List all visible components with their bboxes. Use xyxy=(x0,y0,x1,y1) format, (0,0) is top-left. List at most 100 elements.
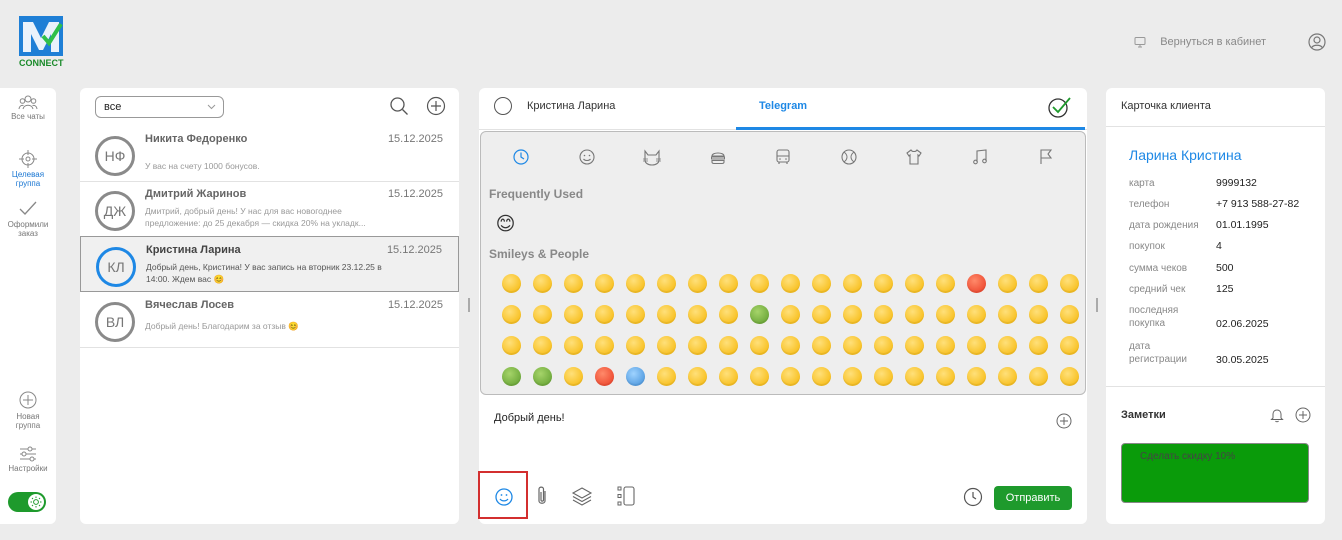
emoji[interactable] xyxy=(927,268,958,299)
layers-icon[interactable] xyxy=(571,485,593,507)
emoji[interactable] xyxy=(555,299,586,330)
emoji-frequent[interactable]: 😊 xyxy=(490,209,521,240)
rail-target-group[interactable]: Целевая группа xyxy=(0,150,56,188)
select-chat-radio[interactable] xyxy=(494,97,512,115)
add-chat-icon[interactable] xyxy=(426,96,446,116)
emoji[interactable] xyxy=(648,268,679,299)
burger-icon[interactable] xyxy=(707,146,729,168)
emoji[interactable] xyxy=(772,330,803,361)
emoji[interactable] xyxy=(1051,361,1082,392)
emoji[interactable] xyxy=(1020,268,1051,299)
tab-channel[interactable]: Telegram xyxy=(736,88,1085,130)
emoji[interactable] xyxy=(834,268,865,299)
chat-filter-select[interactable]: все xyxy=(95,96,224,118)
chat-list-item[interactable]: НФ Никита Федоренко 15.12.2025 У вас на … xyxy=(80,126,459,182)
emoji[interactable] xyxy=(958,330,989,361)
emoji[interactable] xyxy=(524,299,555,330)
bell-icon[interactable] xyxy=(1270,407,1284,423)
add-template-icon[interactable] xyxy=(1056,413,1072,429)
add-note-icon[interactable] xyxy=(1295,407,1311,423)
emoji[interactable] xyxy=(741,361,772,392)
emoji[interactable] xyxy=(493,299,524,330)
emoji[interactable] xyxy=(555,268,586,299)
music-icon[interactable] xyxy=(969,146,991,168)
emoji[interactable] xyxy=(772,268,803,299)
emoji[interactable] xyxy=(989,268,1020,299)
emoji[interactable] xyxy=(617,299,648,330)
emoji[interactable] xyxy=(648,361,679,392)
emoji[interactable] xyxy=(679,299,710,330)
emoji[interactable] xyxy=(586,361,617,392)
emoji[interactable] xyxy=(772,361,803,392)
emoji[interactable] xyxy=(958,268,989,299)
panel-resize-handle[interactable] xyxy=(468,298,470,312)
emoji[interactable] xyxy=(896,330,927,361)
emoji[interactable] xyxy=(648,299,679,330)
emoji[interactable] xyxy=(927,299,958,330)
emoji[interactable] xyxy=(493,361,524,392)
emoji[interactable] xyxy=(1051,268,1082,299)
send-button[interactable]: Отправить xyxy=(994,486,1072,510)
schedule-clock-icon[interactable] xyxy=(963,487,983,507)
emoji[interactable] xyxy=(1020,330,1051,361)
emoji[interactable] xyxy=(958,361,989,392)
emoji[interactable] xyxy=(524,330,555,361)
rail-new-group[interactable]: Новая группа xyxy=(0,390,56,430)
emoji[interactable] xyxy=(989,299,1020,330)
emoji[interactable] xyxy=(493,330,524,361)
chat-list-item[interactable]: ВЛ Вячеслав Лосев 15.12.2025 Добрый день… xyxy=(80,292,459,348)
shirt-icon[interactable] xyxy=(903,146,925,168)
note-card[interactable]: Сделать скидку 10% xyxy=(1121,443,1309,503)
emoji[interactable] xyxy=(586,330,617,361)
emoji[interactable] xyxy=(896,299,927,330)
emoji[interactable] xyxy=(927,361,958,392)
flag-icon[interactable] xyxy=(1035,146,1057,168)
theme-toggle[interactable] xyxy=(8,492,46,512)
emoji[interactable] xyxy=(741,268,772,299)
chat-list-item-selected[interactable]: КЛ Кристина Ларина 15.12.2025 Добрый ден… xyxy=(80,236,459,292)
message-input[interactable]: Добрый день! xyxy=(494,412,565,424)
rail-ordered[interactable]: Оформили заказ xyxy=(0,200,56,238)
search-icon[interactable] xyxy=(389,96,409,116)
ball-icon[interactable] xyxy=(838,146,860,168)
emoji[interactable] xyxy=(834,299,865,330)
emoji[interactable] xyxy=(493,268,524,299)
emoji[interactable] xyxy=(741,299,772,330)
emoji[interactable] xyxy=(896,361,927,392)
bus-icon[interactable] xyxy=(772,146,794,168)
paperclip-icon[interactable] xyxy=(535,485,549,507)
client-name[interactable]: Ларина Кристина xyxy=(1129,147,1242,163)
chat-list-item[interactable]: ДЖ Дмитрий Жаринов 15.12.2025 Дмитрий, д… xyxy=(80,181,459,237)
recent-icon[interactable] xyxy=(510,146,532,168)
templates-icon[interactable] xyxy=(616,485,636,507)
emoji[interactable] xyxy=(1020,361,1051,392)
emoji[interactable] xyxy=(741,330,772,361)
emoji-button[interactable] xyxy=(478,471,528,519)
emoji[interactable] xyxy=(834,361,865,392)
panel-resize-handle[interactable] xyxy=(1096,298,1098,312)
user-profile-icon[interactable] xyxy=(1308,33,1326,51)
emoji[interactable] xyxy=(679,268,710,299)
emoji[interactable] xyxy=(989,361,1020,392)
crm-connect-logo[interactable]: CONNECT xyxy=(18,16,68,70)
emoji[interactable] xyxy=(958,299,989,330)
emoji[interactable] xyxy=(555,330,586,361)
emoji[interactable] xyxy=(710,268,741,299)
emoji[interactable] xyxy=(803,330,834,361)
emoji[interactable] xyxy=(927,330,958,361)
emoji[interactable] xyxy=(865,330,896,361)
smiley-icon[interactable] xyxy=(576,146,598,168)
emoji[interactable] xyxy=(803,299,834,330)
emoji[interactable] xyxy=(648,330,679,361)
emoji[interactable] xyxy=(865,299,896,330)
emoji[interactable] xyxy=(803,268,834,299)
cat-icon[interactable] xyxy=(641,146,663,168)
emoji[interactable] xyxy=(555,361,586,392)
emoji[interactable] xyxy=(586,299,617,330)
emoji[interactable] xyxy=(834,330,865,361)
emoji[interactable] xyxy=(865,268,896,299)
back-to-cabinet-link[interactable]: Вернуться в кабинет xyxy=(1134,36,1266,48)
emoji[interactable] xyxy=(679,330,710,361)
emoji[interactable] xyxy=(803,361,834,392)
emoji[interactable] xyxy=(896,268,927,299)
